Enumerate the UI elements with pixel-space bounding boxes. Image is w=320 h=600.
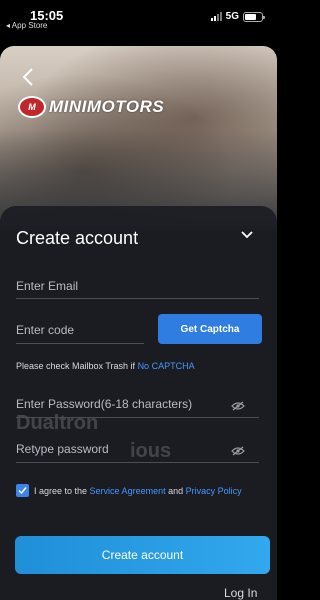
password-field[interactable]: Enter Password(6-18 characters)	[16, 397, 192, 411]
status-indicators: 5G	[210, 11, 265, 22]
sheet-title: Create account	[16, 228, 139, 248]
ghost-brand-text: Dualtron	[16, 412, 99, 434]
minimotors-logo: M MINIMOTORS	[18, 96, 164, 118]
signal-icon	[210, 12, 222, 21]
chevron-down-icon[interactable]	[240, 228, 254, 242]
back-chevron-icon[interactable]	[22, 66, 34, 92]
password-underline	[16, 417, 259, 418]
eye-off-icon[interactable]	[231, 443, 245, 456]
ghost-line-text: ious	[130, 440, 172, 462]
status-bar: 15:05 ◂ App Store 5G	[0, 0, 277, 34]
agree-prefix: I agree to the	[34, 486, 90, 496]
email-field[interactable]: Enter Email	[16, 279, 78, 293]
retype-password-field[interactable]: Retype password	[16, 442, 109, 456]
logo-badge: M	[18, 96, 46, 118]
mailbox-note-text: Please check Mailbox Trash if	[16, 361, 138, 371]
privacy-policy-link[interactable]: Privacy Policy	[186, 486, 242, 496]
back-to-app-store[interactable]: ◂ App Store	[6, 21, 47, 30]
log-in-link[interactable]: Log In	[224, 586, 257, 600]
battery-icon	[243, 11, 265, 22]
mailbox-note: Please check Mailbox Trash if No CAPTCHA	[16, 361, 195, 371]
network-type: 5G	[225, 11, 239, 22]
retype-underline	[16, 462, 259, 463]
eye-off-icon[interactable]	[231, 398, 245, 411]
code-field[interactable]: Enter code	[16, 323, 74, 337]
code-underline	[16, 343, 144, 344]
email-underline	[16, 298, 259, 299]
logo-text: MINIMOTORS	[49, 97, 165, 116]
agree-and: and	[165, 486, 186, 496]
no-captcha-link[interactable]: No CAPTCHA	[138, 361, 195, 371]
get-captcha-button[interactable]: Get Captcha	[158, 314, 262, 344]
service-agreement-link[interactable]: Service Agreement	[90, 486, 166, 496]
agree-checkbox[interactable]	[16, 484, 29, 497]
create-account-button[interactable]: Create account	[15, 536, 270, 574]
agree-text: I agree to the Service Agreement and Pri…	[34, 486, 242, 496]
